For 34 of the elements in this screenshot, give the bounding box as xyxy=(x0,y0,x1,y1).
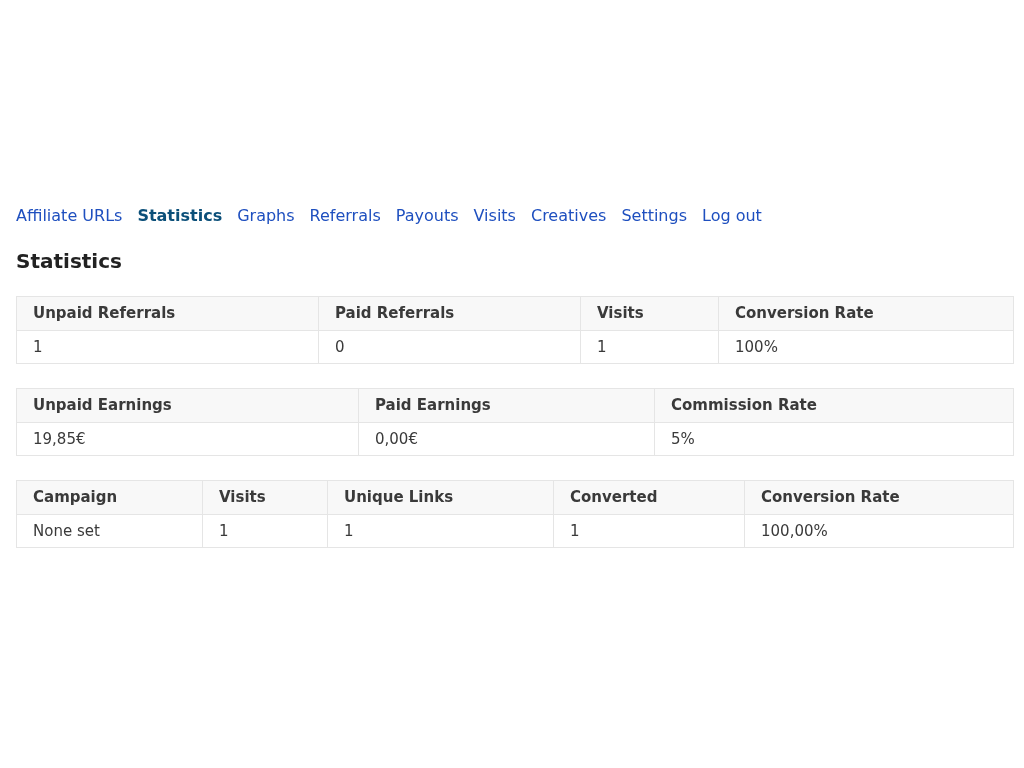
table-cell: 5% xyxy=(654,422,1014,456)
nav-link[interactable]: Referrals xyxy=(309,204,381,228)
table-cell: None set xyxy=(16,514,203,548)
table-cell: 1 xyxy=(16,330,319,364)
table-cell: 19,85€ xyxy=(16,422,359,456)
nav-link[interactable]: Affiliate URLs xyxy=(16,204,123,228)
nav-link[interactable]: Log out xyxy=(702,204,762,228)
table-cell: 100% xyxy=(718,330,1014,364)
column-header: Unique Links xyxy=(327,480,554,515)
column-header: Visits xyxy=(580,296,719,331)
table-cell: 100,00% xyxy=(744,514,1014,548)
nav-link[interactable]: Creatives xyxy=(530,204,607,228)
column-header: Converted xyxy=(553,480,745,515)
column-header: Conversion Rate xyxy=(744,480,1014,515)
nav-link[interactable]: Graphs xyxy=(237,204,295,228)
table-cell: 0,00€ xyxy=(358,422,655,456)
table-cell: 1 xyxy=(202,514,328,548)
table-cell: 1 xyxy=(553,514,745,548)
column-header: Campaign xyxy=(16,480,203,515)
nav-link[interactable]: Visits xyxy=(473,204,516,228)
table-cell: 0 xyxy=(318,330,581,364)
nav-link[interactable]: Settings xyxy=(621,204,687,228)
table-cell: 1 xyxy=(580,330,719,364)
nav-link[interactable]: Payouts xyxy=(395,204,459,228)
column-header: Unpaid Referrals xyxy=(16,296,319,331)
nav-link[interactable]: Statistics xyxy=(137,204,223,228)
page-heading: Statistics xyxy=(16,248,123,275)
column-header: Paid Referrals xyxy=(318,296,581,331)
column-header: Visits xyxy=(202,480,328,515)
column-header: Commission Rate xyxy=(654,388,1014,423)
column-header: Paid Earnings xyxy=(358,388,655,423)
column-header: Unpaid Earnings xyxy=(16,388,359,423)
table-cell: 1 xyxy=(327,514,554,548)
column-header: Conversion Rate xyxy=(718,296,1014,331)
